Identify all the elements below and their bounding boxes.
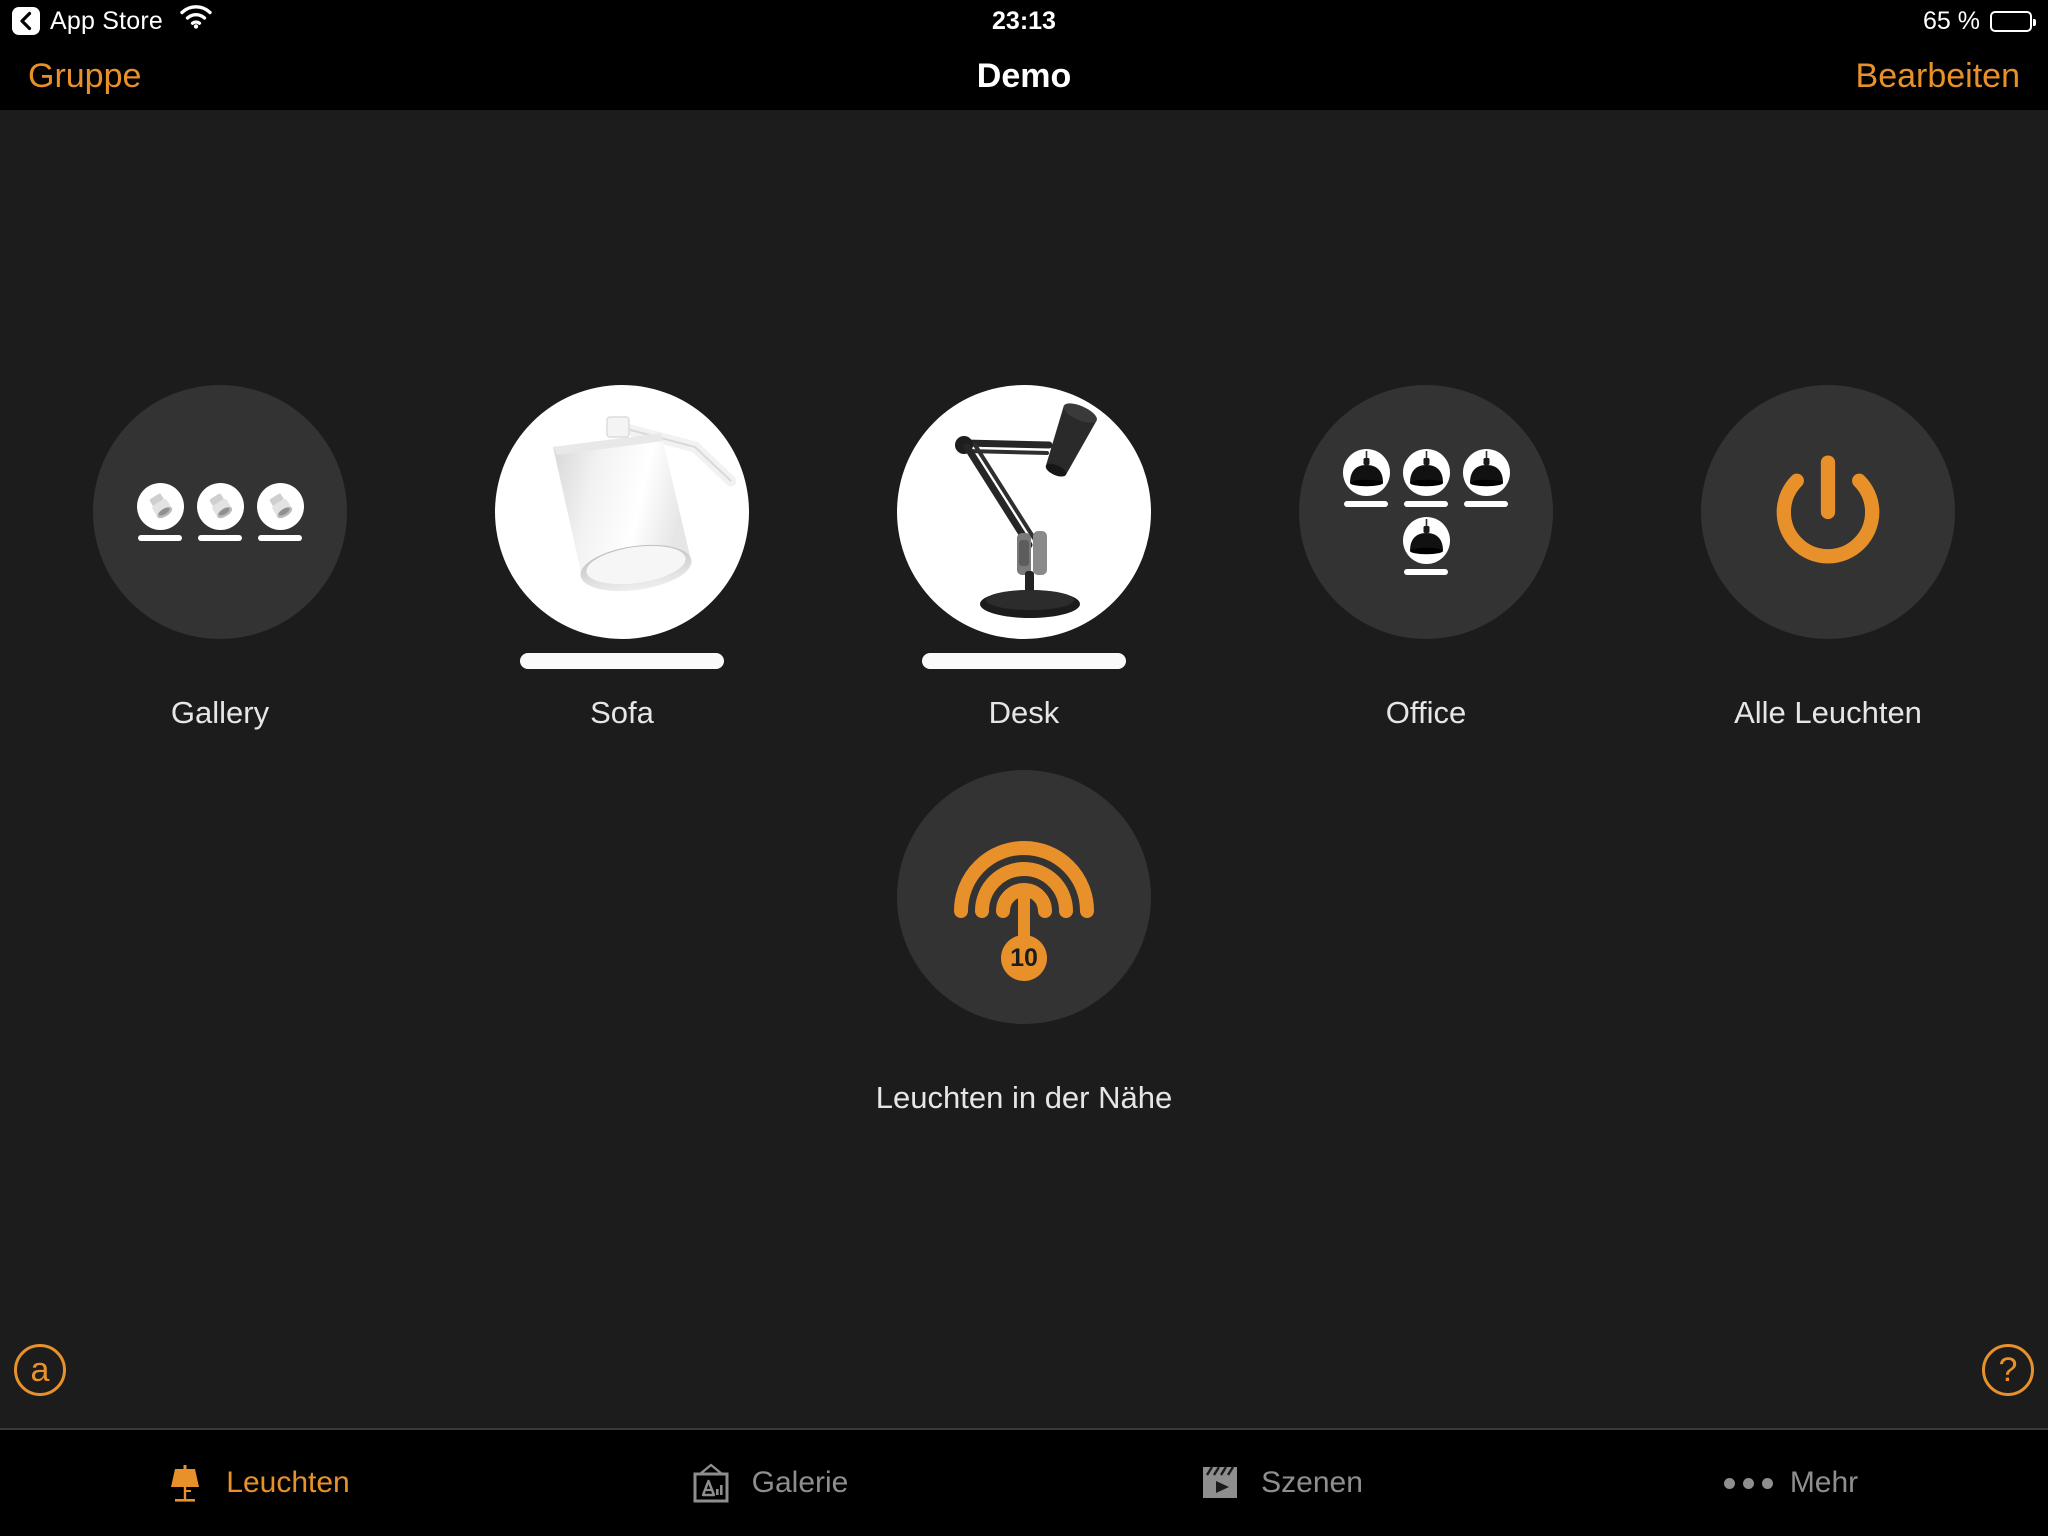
tile-label: Sofa [590,695,654,730]
mini-light [256,483,304,541]
circled-question-icon[interactable]: ? [1982,1344,2034,1396]
light-on-indicator [1404,569,1448,575]
pendant-lamp-icon [1402,449,1450,496]
battery-percent-label: 65 % [1923,7,1980,35]
pendant-group-icon [1342,449,1510,575]
light-on-indicator [1464,501,1508,507]
nearby-count-badge: 10 [1001,935,1047,981]
tile-label: Desk [988,695,1060,730]
light-tile-gallery[interactable]: Gallery [60,385,380,731]
light-on-indicator [1344,501,1388,507]
sofa-on-indicator [520,653,724,669]
spotlight-icon [256,483,304,530]
tab-galerie[interactable]: Galerie [512,1429,1024,1536]
tab-label: Mehr [1789,1466,1859,1499]
tab-label: Szenen [1261,1466,1363,1499]
nearby-lights-bubble[interactable]: 10 [897,770,1151,1024]
status-bar-clock: 23:13 [992,7,1056,35]
circled-question-label: ? [1998,1351,2018,1389]
content-area: Gallery Sofa Desk Office Alle Leuchten 1… [0,110,2048,1428]
mini-light [1342,449,1390,507]
ellipsis-icon [1724,1460,1774,1506]
mini-light [1402,517,1450,575]
clapperboard-icon [1197,1460,1243,1506]
mini-light [1462,449,1510,507]
pendant-shade-lamp-photo [553,416,737,592]
light-on-indicator [198,535,242,541]
tab-bar: Leuchten Galerie Szenen Mehr [0,1428,2048,1536]
office-group-bubble[interactable] [1299,385,1553,639]
light-tile-office[interactable]: Office [1266,385,1586,731]
status-bar: App Store 23:13 65 % [0,0,2048,42]
app-root: App Store 23:13 65 % Gruppe Demo Bearbei… [0,0,2048,1536]
circled-a-icon[interactable]: a [14,1344,66,1396]
picture-frame-icon [688,1460,734,1506]
broadcast-antenna-icon: 10 [949,817,1099,981]
nearby-lights-tile[interactable]: 10 Leuchten in der Nähe [864,770,1184,1116]
light-tile-row: Gallery Sofa Desk Office Alle Leuchten [0,385,2048,731]
table-lamp-icon [162,1460,208,1506]
tile-label: Office [1385,695,1467,730]
pendant-lamp-icon [1342,449,1390,496]
tab-label: Leuchten [226,1466,350,1499]
circled-a-label: a [30,1351,50,1389]
desk-on-indicator [922,653,1126,669]
tile-label: Alle Leuchten [1734,695,1922,730]
pendant-lamp-icon [1462,449,1510,496]
power-icon [1776,455,1880,564]
spotlight-group-icon [136,483,304,541]
nearby-row: 10 Leuchten in der Nähe [0,770,2048,1116]
light-on-indicator [138,535,182,541]
mini-light [1402,449,1450,507]
light-on-indicator [258,535,302,541]
tile-label: Gallery [170,695,270,730]
gallery-group-bubble[interactable] [93,385,347,639]
light-tile-all-lights[interactable]: Alle Leuchten [1668,385,1988,731]
page-title: Demo [976,57,1072,95]
light-tile-desk[interactable]: Desk [864,385,1184,731]
spotlight-icon [136,483,184,530]
mini-light [196,483,244,541]
battery-icon [1990,10,2036,32]
all-lights-bubble[interactable] [1701,385,1955,639]
edit-button[interactable]: Bearbeiten [1856,42,2020,110]
tab-szenen[interactable]: Szenen [1024,1429,1536,1536]
anglepoise-desk-lamp-photo [955,403,1097,618]
pendant-lamp-icon [1402,517,1450,564]
status-bar-right: 65 % [1923,0,2036,42]
tab-leuchten[interactable]: Leuchten [0,1429,512,1536]
light-on-indicator [1404,501,1448,507]
tab-mehr[interactable]: Mehr [1536,1429,2048,1536]
light-tile-sofa[interactable]: Sofa [462,385,782,731]
tab-label: Galerie [751,1466,849,1499]
nearby-label: Leuchten in der Nähe [875,1080,1173,1115]
navigation-bar: Gruppe Demo Bearbeiten [0,42,2048,110]
desk-light-bubble[interactable] [897,385,1151,639]
sofa-light-bubble[interactable] [495,385,749,639]
mini-light [136,483,184,541]
spotlight-icon [196,483,244,530]
